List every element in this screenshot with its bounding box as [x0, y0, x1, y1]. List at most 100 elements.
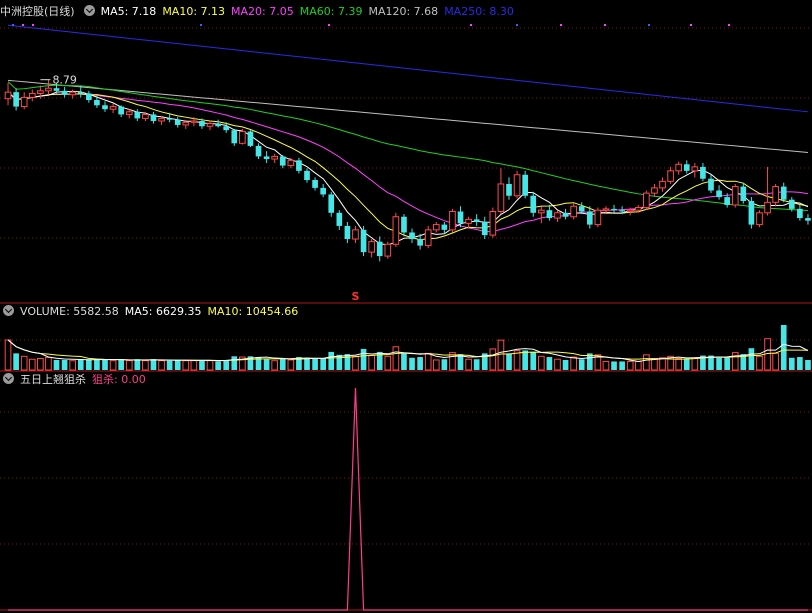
candle-body [805, 218, 811, 221]
volume-bar [28, 358, 36, 371]
candle-body [667, 170, 674, 182]
candle-body [489, 210, 497, 236]
candle-body [312, 180, 318, 188]
chevron-down-icon[interactable] [83, 5, 95, 16]
volume-bar [304, 357, 310, 370]
volume-bar [691, 357, 699, 371]
candle-body [554, 212, 561, 219]
candle-body [61, 90, 68, 95]
candle-body [764, 201, 771, 214]
chevron-down-icon[interactable] [3, 305, 14, 316]
volume-bar [489, 348, 497, 371]
volume-bar [659, 357, 666, 371]
candle-body [797, 208, 803, 219]
indicator-value-label: 狙杀: 0.00 [92, 373, 146, 386]
ma120-line [7, 79, 809, 153]
candle-body [506, 183, 512, 196]
volume-bar [368, 355, 375, 371]
volume-bar [465, 358, 472, 371]
volume-bar [328, 351, 335, 370]
candle-body [376, 241, 383, 257]
volume-bar [271, 360, 279, 371]
volume-bar [287, 359, 295, 371]
top-tick-mark [560, 24, 562, 26]
ma-legend-item: MA10: 7.13 [162, 5, 226, 18]
candle-body [206, 123, 214, 127]
volume-bar [530, 351, 537, 370]
candle-body [134, 111, 141, 119]
candle-body [279, 156, 286, 166]
candle-body [481, 221, 488, 236]
candle-body [675, 163, 683, 172]
volume-bar [215, 361, 221, 370]
volume-bar [432, 359, 440, 371]
candle-body [522, 174, 528, 196]
volume-bar [4, 339, 12, 371]
candle-body [683, 164, 690, 171]
volume-bar [45, 356, 52, 371]
candle-body [562, 212, 569, 217]
candle-body [86, 93, 92, 101]
ma-legend-item: MA5: 7.18 [100, 5, 157, 18]
volume-bar [182, 360, 190, 371]
volume-bar [546, 357, 553, 370]
chevron-down-icon[interactable] [3, 373, 14, 384]
volume-bar [392, 346, 400, 371]
candle-body [716, 190, 722, 198]
candle-body [432, 224, 440, 231]
ma-legend-item: MA120: 7.68 [368, 5, 439, 18]
candle-body [392, 216, 400, 245]
candle-body [700, 166, 706, 179]
candle-body [708, 178, 714, 191]
candle-body [13, 92, 19, 107]
volume-bar [473, 359, 480, 370]
volume-bar [263, 359, 270, 370]
candle-body [94, 100, 100, 106]
top-tick-mark [470, 24, 472, 26]
candle-body [109, 106, 117, 110]
top-tick-mark [728, 24, 730, 26]
candle-body [199, 120, 205, 127]
candle-body [401, 216, 407, 233]
top-tick-mark [32, 24, 34, 26]
candle-body [296, 160, 302, 171]
volume-panel-title: VOLUME: 5582.58 [20, 305, 119, 318]
indicator-legend: 五日上翘狙杀 狙杀: 0.00 [0, 372, 152, 388]
volume-bar [522, 350, 528, 370]
candle-body [602, 208, 610, 211]
candle-body [53, 88, 60, 91]
candle-body [142, 113, 149, 119]
volume-bar [69, 360, 77, 371]
volume-bar [772, 352, 779, 371]
volume-bar [409, 357, 415, 370]
volume-bar [554, 358, 561, 371]
volume-bar [578, 359, 585, 370]
volume-bar [651, 358, 658, 371]
candle-body [643, 192, 650, 209]
candle-body [28, 92, 36, 98]
candle-body [182, 121, 190, 126]
volume-bar [320, 358, 326, 370]
volume-bar [401, 353, 407, 370]
volume-bar [53, 359, 60, 370]
volume-bar [199, 359, 205, 370]
volume-bar [797, 357, 803, 370]
candle-body [37, 90, 44, 94]
volume-bar [497, 339, 505, 371]
candle-body [465, 218, 472, 224]
candle-body [255, 145, 262, 157]
volume-bar [109, 360, 117, 371]
volume-bar [716, 357, 722, 370]
indicator-panel-title: 五日上翘狙杀 [20, 373, 86, 386]
ma-legend-item: MA5: 6629.35 [124, 305, 202, 318]
candle-body [77, 92, 84, 94]
candle-body [336, 212, 343, 226]
candle-body [287, 159, 295, 167]
volume-bar [619, 361, 625, 370]
volume-ma5-line [7, 339, 809, 362]
volume-bar [570, 356, 577, 371]
volume-bar [360, 348, 367, 370]
candle-body [634, 207, 642, 211]
signal-s-mark: S [351, 290, 359, 303]
candle-body [619, 210, 625, 212]
